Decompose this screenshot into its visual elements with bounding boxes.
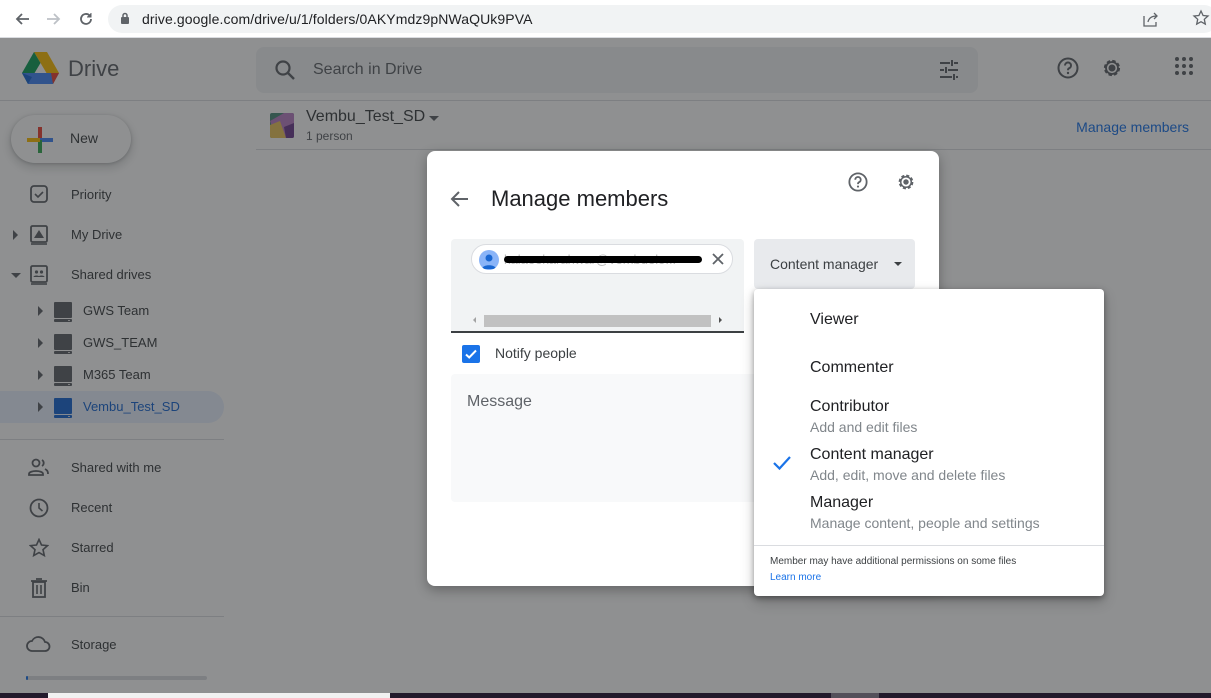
selected-check-icon bbox=[773, 456, 791, 471]
member-chip[interactable]: kalaeekarahwar@vembuelo... bbox=[471, 244, 733, 274]
address-bar[interactable]: drive.google.com/drive/u/1/folders/0AKYm… bbox=[108, 5, 1211, 33]
share-icon[interactable] bbox=[1142, 10, 1160, 28]
role-name: Contributor bbox=[810, 398, 890, 415]
url-text[interactable]: drive.google.com/drive/u/1/folders/0AKYm… bbox=[142, 11, 533, 27]
browser-toolbar: drive.google.com/drive/u/1/folders/0AKYm… bbox=[0, 0, 1211, 38]
role-name: Viewer bbox=[810, 311, 859, 328]
help-icon[interactable] bbox=[848, 172, 868, 192]
permissions-note: Member may have additional permissions o… bbox=[770, 556, 1017, 567]
role-menu: Viewer Commenter Contributor Add and edi… bbox=[754, 289, 1104, 596]
dropdown-caret-icon bbox=[894, 262, 902, 266]
role-option-commenter[interactable]: Commenter bbox=[754, 337, 1104, 385]
role-description: Manage content, people and settings bbox=[810, 515, 1040, 531]
role-option-contributor[interactable]: Contributor Add and edit files bbox=[754, 389, 1104, 437]
checkmark-icon bbox=[465, 349, 477, 359]
lock-icon bbox=[121, 12, 129, 24]
learn-more-link[interactable]: Learn more bbox=[770, 572, 821, 583]
reload-icon[interactable] bbox=[75, 8, 97, 30]
scrollbar-thumb[interactable] bbox=[484, 315, 711, 327]
email-redaction-mark bbox=[504, 256, 702, 263]
dialog-title: Manage members bbox=[491, 186, 669, 211]
role-name: Manager bbox=[810, 494, 874, 511]
forward-arrow-icon[interactable] bbox=[43, 8, 65, 30]
taskbar-strip bbox=[0, 693, 1211, 698]
message-placeholder: Message bbox=[467, 393, 532, 410]
role-option-manager[interactable]: Manager Manage content, people and setti… bbox=[754, 485, 1104, 537]
horizontal-scrollbar[interactable] bbox=[469, 314, 726, 327]
scroll-left-arrow-icon[interactable] bbox=[473, 317, 476, 323]
back-arrow-icon[interactable] bbox=[11, 8, 33, 30]
menu-divider bbox=[754, 545, 1104, 546]
remove-chip-icon[interactable] bbox=[710, 251, 726, 267]
role-name: Commenter bbox=[810, 359, 894, 376]
role-option-content-manager[interactable]: Content manager Add, edit, move and dele… bbox=[754, 437, 1104, 485]
role-option-viewer[interactable]: Viewer bbox=[754, 289, 1104, 337]
message-textarea[interactable]: Message bbox=[451, 374, 781, 502]
notify-people-label[interactable]: Notify people bbox=[495, 345, 577, 361]
back-arrow-icon[interactable] bbox=[449, 188, 471, 210]
avatar bbox=[479, 250, 499, 270]
role-description: Add and edit files bbox=[810, 419, 918, 435]
bookmark-star-icon[interactable] bbox=[1192, 9, 1210, 27]
add-people-input[interactable]: kalaeekarahwar@vembuelo... bbox=[451, 239, 744, 333]
role-description: Add, edit, move and delete files bbox=[810, 467, 1006, 483]
role-name: Content manager bbox=[810, 446, 934, 463]
settings-gear-icon[interactable] bbox=[896, 172, 916, 192]
notify-people-checkbox[interactable] bbox=[462, 345, 480, 363]
role-dropdown[interactable]: Content manager bbox=[754, 239, 915, 289]
scroll-right-arrow-icon[interactable] bbox=[719, 317, 722, 323]
selected-role: Content manager bbox=[770, 256, 879, 272]
